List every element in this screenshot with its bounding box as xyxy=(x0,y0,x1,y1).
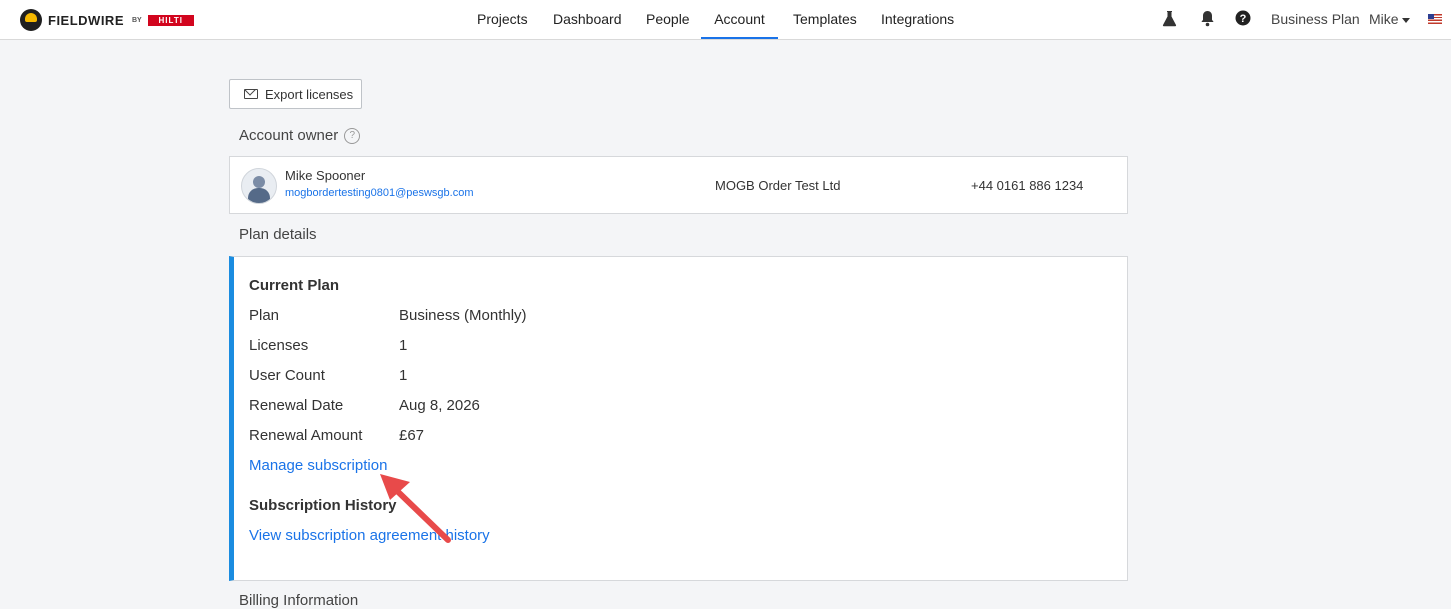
fieldwire-logo[interactable]: FIELDWIRE BY HILTI xyxy=(20,8,194,32)
licenses-value: 1 xyxy=(399,337,408,354)
nav-projects[interactable]: Projects xyxy=(477,0,528,38)
nav-templates[interactable]: Templates xyxy=(793,0,857,38)
export-licenses-label: Export licenses xyxy=(265,86,354,102)
brand-by: BY xyxy=(132,16,142,24)
question-circle-icon[interactable]: ? xyxy=(344,128,361,145)
plan-value: Business (Monthly) xyxy=(399,307,527,324)
user-count-value: 1 xyxy=(399,367,408,384)
owner-phone: +44 0161 886 1234 xyxy=(971,178,1084,193)
manage-subscription-link[interactable]: Manage subscription xyxy=(249,457,387,474)
plan-details-heading: Plan details xyxy=(239,226,317,243)
export-licenses-button[interactable]: Export licenses xyxy=(229,79,362,109)
account-owner-card: Mike Spooner mogbordertesting0801@peswsg… xyxy=(229,156,1128,214)
flask-icon[interactable] xyxy=(1162,10,1177,27)
plan-details-card: Current Plan Plan Business (Monthly) Lic… xyxy=(229,256,1128,581)
user-count-label: User Count xyxy=(249,367,325,384)
owner-email-link[interactable]: mogbordertesting0801@peswsgb.com xyxy=(285,187,474,199)
brand-name: FIELDWIRE xyxy=(48,12,124,28)
help-icon[interactable]: ? xyxy=(1235,10,1251,26)
hardhat-logo-icon xyxy=(20,9,42,31)
plan-label: Plan xyxy=(249,307,280,324)
renewal-amount-label: Renewal Amount xyxy=(249,427,363,444)
business-plan-link[interactable]: Business Plan xyxy=(1271,0,1360,39)
renewal-date-label: Renewal Date xyxy=(249,397,344,414)
owner-name: Mike Spooner xyxy=(285,168,366,183)
hilti-logo: HILTI xyxy=(147,14,194,26)
bell-icon[interactable] xyxy=(1200,10,1215,27)
avatar xyxy=(241,168,277,204)
svg-text:?: ? xyxy=(1240,13,1247,25)
renewal-date-value: Aug 8, 2026 xyxy=(399,397,480,414)
nav-dashboard[interactable]: Dashboard xyxy=(553,0,622,38)
user-menu[interactable]: Mike xyxy=(1369,0,1410,39)
account-owner-title: Account owner xyxy=(239,127,339,144)
account-owner-heading: Account owner? xyxy=(239,127,361,145)
nav-people[interactable]: People xyxy=(646,0,690,38)
annotation-arrow-icon xyxy=(380,474,451,543)
nav-integrations[interactable]: Integrations xyxy=(881,0,954,38)
user-name: Mike xyxy=(1369,11,1399,27)
top-bar: FIELDWIRE BY HILTI Projects Dashboard Pe… xyxy=(0,0,1451,40)
owner-company: MOGB Order Test Ltd xyxy=(715,178,841,193)
renewal-amount-value: £67 xyxy=(399,427,425,444)
chevron-down-icon xyxy=(1401,17,1410,23)
billing-information-heading: Billing Information xyxy=(239,592,359,609)
envelope-icon xyxy=(244,89,258,99)
current-plan-heading: Current Plan xyxy=(249,277,340,294)
us-flag-icon[interactable] xyxy=(1428,14,1442,24)
nav-account[interactable]: Account xyxy=(701,0,778,39)
licenses-label: Licenses xyxy=(249,337,309,354)
